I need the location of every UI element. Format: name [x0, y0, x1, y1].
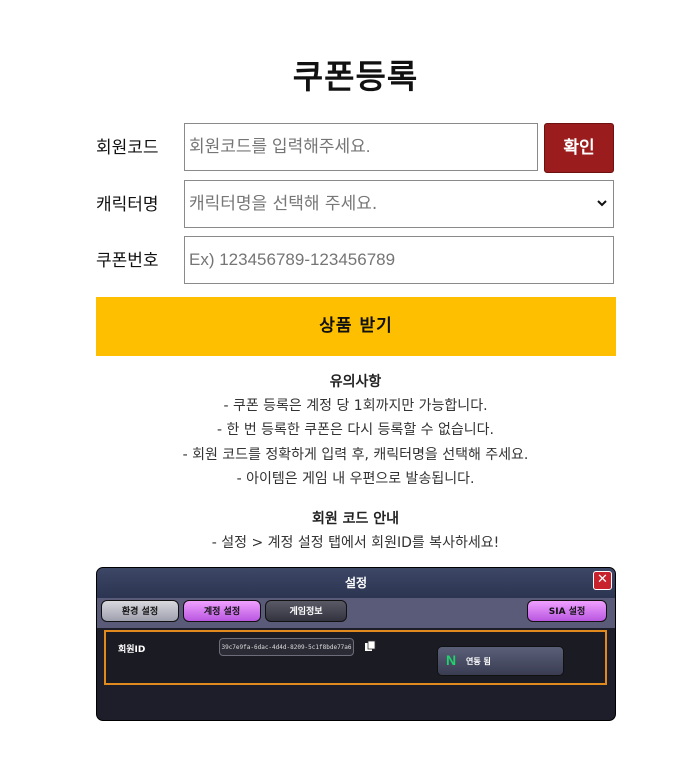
notes-line: - 회원 코드를 정확하게 입력 후, 캐릭터명을 선택해 주세요. — [182, 446, 529, 463]
tab-account: 계정 설정 — [183, 600, 261, 622]
member-id-value: 39c7e9fa-6dac-4d4d-8209-5c1f8bde77a6 — [219, 638, 354, 656]
character-select[interactable]: 캐릭터명을 선택해 주세요. — [184, 180, 614, 228]
notes-line: - 한 번 등록한 쿠폰은 다시 등록할 수 없습니다. — [217, 422, 494, 439]
coupon-input[interactable] — [184, 236, 614, 284]
notes-line: - 쿠폰 등록은 계정 당 1회까지만 가능합니다. — [223, 398, 488, 414]
linked-label: 연동 됨 — [466, 657, 491, 666]
game-panel-header: 설정 ✕ — [97, 568, 615, 599]
coupon-row: 쿠폰번호 — [96, 236, 616, 286]
notes-section: 유의사항 - 쿠폰 등록은 계정 당 1회까지만 가능합니다. - 한 번 등록… — [0, 370, 691, 491]
copy-icon — [365, 640, 376, 651]
receive-button[interactable]: 상품 받기 — [96, 297, 616, 356]
character-select-value: 캐릭터명을 선택해 주세요. — [189, 194, 378, 214]
guide-heading: 회원 코드 안내 — [311, 511, 400, 527]
member-code-row: 회원코드 확인 — [96, 123, 616, 173]
game-tab-bar: 환경 설정 계정 설정 게임정보 SIA 설정 — [97, 598, 615, 628]
coupon-label: 쿠폰번호 — [96, 251, 159, 271]
account-settings-body: 회원ID 39c7e9fa-6dac-4d4d-8209-5c1f8bde77a… — [104, 630, 607, 685]
game-panel-title: 설정 — [344, 576, 368, 590]
tab-environment: 환경 설정 — [101, 600, 179, 622]
character-row: 캐릭터명 캐릭터명을 선택해 주세요. — [96, 180, 616, 230]
notes-line: - 아이템은 게임 내 우편으로 발송됩니다. — [236, 470, 475, 487]
close-icon: ✕ — [593, 571, 612, 590]
character-label: 캐릭터명 — [96, 195, 159, 215]
chevron-down-icon — [597, 200, 607, 207]
tab-sia: SIA 설정 — [527, 600, 607, 622]
member-id-label: 회원ID — [118, 645, 146, 655]
confirm-button[interactable]: 확인 — [544, 123, 614, 173]
guide-line: - 설정 > 계정 설정 탭에서 회원ID를 복사하세요! — [211, 535, 500, 551]
tab-game-info: 게임정보 — [265, 600, 347, 622]
member-code-input[interactable] — [184, 123, 538, 171]
naver-icon: N — [446, 652, 457, 668]
member-code-label: 회원코드 — [96, 138, 159, 158]
game-settings-image: 설정 ✕ 환경 설정 계정 설정 게임정보 SIA 설정 회원ID 39c7e9… — [96, 567, 616, 721]
notes-heading: 유의사항 — [329, 374, 382, 390]
guide-section: 회원 코드 안내 - 설정 > 계정 설정 탭에서 회원ID를 복사하세요! — [0, 507, 691, 555]
page-title: 쿠폰등록 — [292, 57, 419, 96]
linked-badge: N 연동 됨 — [437, 646, 564, 676]
